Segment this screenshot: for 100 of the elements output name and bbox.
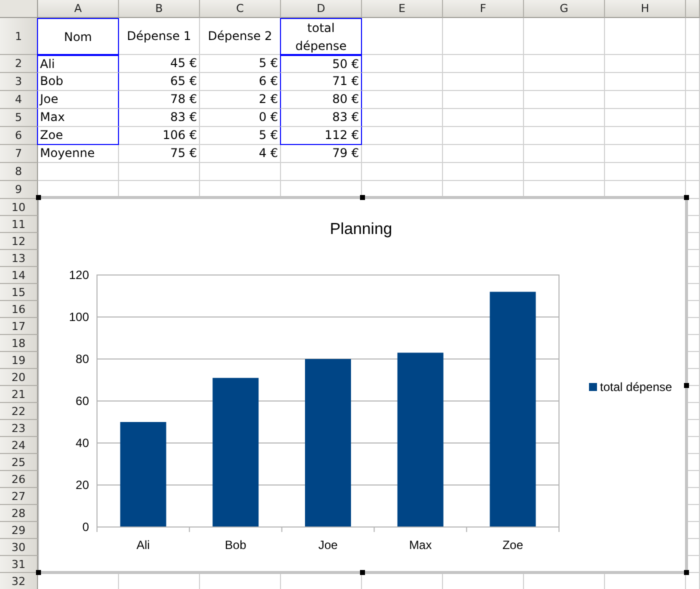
column-header[interactable]: E [362,0,443,18]
resize-handle[interactable] [684,195,689,200]
row-header[interactable]: 32 [0,573,38,589]
table-cell: 50 € [280,55,362,73]
row-header[interactable]: 4 [0,91,38,109]
row-header[interactable]: 9 [0,181,38,199]
axis-label: 80 [76,352,89,366]
row-header[interactable]: 5 [0,109,38,127]
axis-label: Ali [136,538,150,552]
table-cell: 71 € [280,73,362,91]
row-header[interactable]: 28 [0,505,38,522]
column-header[interactable]: C [200,0,281,18]
empty-cell [686,109,700,127]
axis-label: 40 [76,436,89,450]
row-header[interactable]: 3 [0,73,38,91]
row-header[interactable]: 12 [0,233,38,250]
empty-cell [686,91,700,109]
table-cell: 2 € [200,91,281,109]
resize-handle[interactable] [36,195,41,200]
row-header[interactable]: 19 [0,352,38,369]
row-header[interactable]: 17 [0,318,38,335]
table-cell: 80 € [280,91,362,109]
legend-label: total dépense [600,380,672,394]
table-cell: 79 € [281,145,362,163]
table-cell: 5 € [200,55,281,73]
table-cell: 0 € [200,109,281,127]
table-cell: Dépense 1 [119,18,200,55]
table-cell: Bob [37,73,119,91]
table-cell: total dépense [280,18,362,55]
row-header[interactable]: 16 [0,301,38,318]
column-header[interactable]: H [605,0,686,18]
axis-label: Bob [224,538,246,552]
resize-handle[interactable] [684,383,689,388]
table-cell: Joe [37,91,119,109]
axis-label: Max [409,538,432,552]
axis-label: Joe [318,538,338,552]
row-header[interactable]: 14 [0,267,38,284]
row-header[interactable]: 15 [0,284,38,301]
table-cell: Zoe [37,127,119,145]
row-header[interactable]: 10 [0,199,38,216]
table-cell: Dépense 2 [200,18,281,55]
row-header[interactable]: 24 [0,437,38,454]
table-cell: 83 € [119,109,200,127]
chart-panel[interactable]: Planning 0 20 40 60 80 100 120 Ali Bob Joe Max Zoe total dépense [38,196,688,574]
table-cell: 6 € [200,73,281,91]
table-cell: 106 € [119,127,200,145]
axis-label: Zoe [502,538,524,552]
column-header[interactable]: F [443,0,524,18]
row-header[interactable]: 7 [0,145,38,163]
row-header[interactable]: 29 [0,522,38,539]
row-header[interactable]: 22 [0,403,38,420]
axis-label: 20 [76,478,89,492]
column-header[interactable] [686,0,700,18]
table-cell: 45 € [119,55,200,73]
row-header[interactable]: 30 [0,539,38,556]
table-cell: Nom [37,18,119,55]
empty-cell [686,55,700,73]
resize-handle[interactable] [36,570,41,575]
row-header[interactable]: 23 [0,420,38,437]
axis-label: 120 [68,268,89,282]
row-header[interactable]: 2 [0,55,38,73]
column-header[interactable]: B [119,0,200,18]
row-header[interactable]: 31 [0,556,38,573]
column-header[interactable]: D [281,0,362,18]
empty-cell [686,163,700,181]
column-header[interactable]: G [524,0,605,18]
row-header[interactable]: 20 [0,369,38,386]
table-cell: 65 € [119,73,200,91]
table-cell: Moyenne [38,145,119,163]
column-header[interactable]: A [38,0,119,18]
row-header[interactable]: 11 [0,216,38,233]
table-cell: 112 € [280,127,362,145]
chart-title: Planning [330,221,392,238]
table-cell: 4 € [200,145,281,163]
axis-label: 60 [76,394,89,408]
row-header[interactable]: 25 [0,454,38,471]
empty-cell [686,73,700,91]
table-cell: 83 € [280,109,362,127]
row-header[interactable]: 26 [0,471,38,488]
resize-handle[interactable] [360,195,365,200]
row-header[interactable]: 18 [0,335,38,352]
table-cell: 78 € [119,91,200,109]
table-cell: 5 € [200,127,281,145]
table-cell: Max [37,109,119,127]
empty-cell [686,127,700,145]
row-header[interactable]: 1 [0,18,38,55]
table-cell: 75 € [119,145,200,163]
legend-swatch [589,383,597,391]
axis-label: 0 [82,520,89,534]
empty-cell [686,145,700,163]
select-all-corner[interactable] [0,0,38,18]
row-header[interactable]: 13 [0,250,38,267]
row-header[interactable]: 21 [0,386,38,403]
row-header[interactable]: 6 [0,127,38,145]
axis-label: 100 [68,310,89,324]
row-header[interactable]: 27 [0,488,38,505]
table-cell: Ali [37,55,119,73]
row-header[interactable]: 8 [0,163,38,181]
resize-handle[interactable] [360,570,365,575]
resize-handle[interactable] [684,570,689,575]
